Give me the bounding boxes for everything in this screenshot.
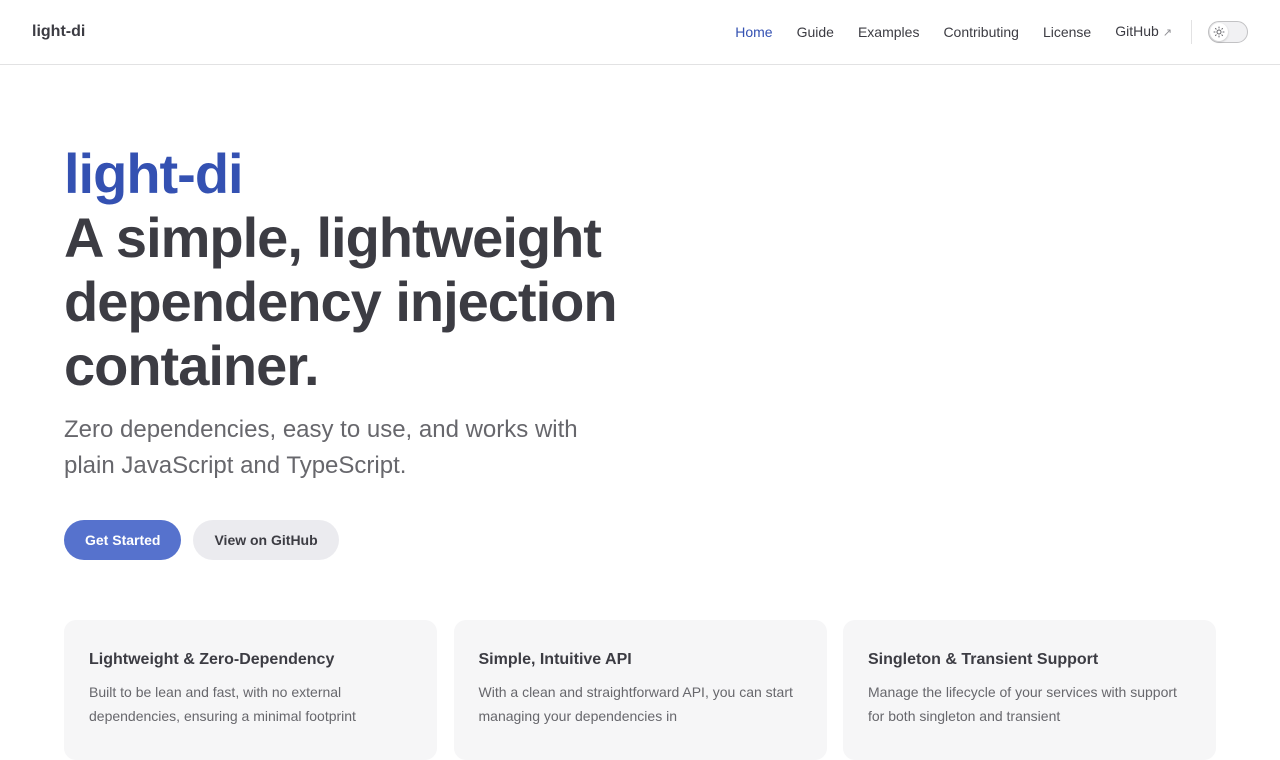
feature-details: Built to be lean and fast, with no exter…	[89, 684, 356, 724]
hero-name: light-di	[64, 142, 244, 205]
sun-icon	[1213, 26, 1225, 38]
nav-link-github-label: GitHub	[1115, 23, 1159, 39]
hero-actions: Get Started View on GitHub	[64, 520, 684, 560]
hero-text: A simple, lightweight dependency injecti…	[64, 206, 618, 397]
feature-title: Lightweight & Zero-Dependency	[89, 651, 335, 668]
theme-toggle-switch[interactable]	[1208, 21, 1248, 43]
feature-details: Manage the lifecycle of your services wi…	[868, 684, 1177, 724]
feature-details: With a clean and straightforward API, yo…	[478, 684, 793, 724]
feature-title: Singleton & Transient Support	[868, 651, 1099, 668]
top-navbar: light-di Home Guide Examples Contributin…	[0, 0, 1280, 65]
nav-link-examples[interactable]: Examples	[858, 20, 919, 44]
feature-card: Singleton & Transient Support Manage the…	[843, 620, 1216, 760]
nav-link-contributing[interactable]: Contributing	[943, 20, 1019, 44]
hero-tagline: Zero dependencies, easy to use, and work…	[64, 416, 578, 479]
nav-link-license[interactable]: License	[1043, 20, 1091, 44]
toggle-knob	[1210, 23, 1228, 41]
nav-link-guide[interactable]: Guide	[797, 20, 834, 44]
hero-section: light-di A simple, lightweight dependenc…	[64, 142, 684, 560]
features-grid: Lightweight & Zero-Dependency Built to b…	[64, 620, 1216, 760]
site-title[interactable]: light-di	[32, 20, 85, 44]
external-link-icon: ↗	[1162, 27, 1172, 39]
nav-link-github[interactable]: GitHub ↗	[1115, 19, 1172, 45]
feature-card: Simple, Intuitive API With a clean and s…	[453, 620, 827, 760]
feature-title: Simple, Intuitive API	[478, 651, 632, 668]
feature-card: Lightweight & Zero-Dependency Built to b…	[64, 620, 437, 760]
hero-heading: light-di A simple, lightweight dependenc…	[64, 142, 684, 398]
nav-divider	[1191, 20, 1192, 44]
view-on-github-button[interactable]: View on GitHub	[193, 520, 339, 560]
get-started-button[interactable]: Get Started	[64, 520, 182, 560]
nav-link-home[interactable]: Home	[735, 20, 772, 44]
nav-menu: Home Guide Examples Contributing License…	[711, 20, 1172, 44]
